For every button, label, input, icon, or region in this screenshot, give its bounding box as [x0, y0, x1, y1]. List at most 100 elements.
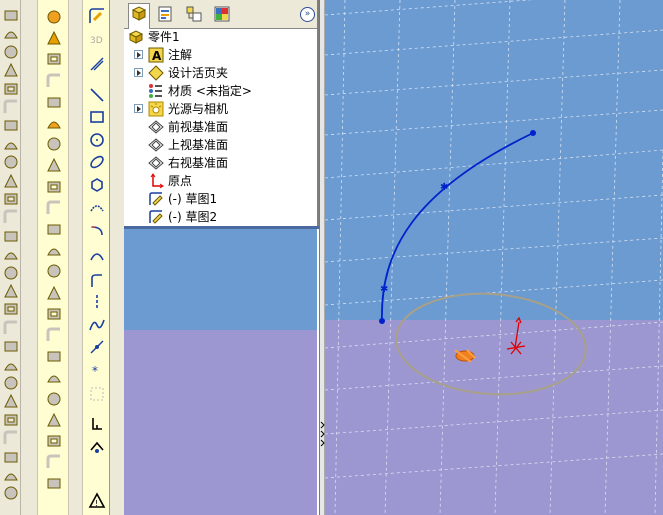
tree-item-label: (-) 草图2 — [168, 210, 218, 224]
arc-icon[interactable] — [88, 199, 106, 217]
toolbar-gap — [21, 0, 37, 515]
tree-item-label: 原点 — [168, 174, 193, 188]
fillet-icon[interactable] — [2, 98, 20, 116]
three-point-arc-icon[interactable] — [88, 246, 106, 264]
split-icon[interactable] — [2, 282, 20, 300]
split-icon[interactable] — [45, 326, 63, 344]
loft-icon[interactable] — [2, 61, 20, 79]
material-icon — [149, 84, 162, 98]
sweep-icon[interactable] — [2, 43, 20, 61]
dome-icon[interactable] — [45, 241, 63, 259]
revolve-icon[interactable] — [2, 24, 20, 42]
draft-icon[interactable] — [2, 172, 20, 190]
loft-icon[interactable] — [45, 72, 63, 90]
chamfer-icon[interactable] — [45, 135, 63, 153]
svg-text:!: ! — [95, 499, 98, 508]
wrap-icon[interactable] — [45, 347, 63, 365]
sweep-icon[interactable] — [2, 466, 20, 484]
viewport-canvas: ✱ ✱ — [325, 0, 663, 515]
pattern-icon[interactable] — [45, 284, 63, 302]
revolve-icon[interactable] — [2, 448, 20, 466]
scale-icon[interactable] — [45, 305, 63, 323]
curve-midpoint-marker: ✱ — [440, 182, 448, 193]
smart-dimension-icon[interactable] — [88, 55, 106, 73]
move-icon[interactable] — [45, 390, 63, 408]
sketch-icon[interactable] — [88, 7, 106, 25]
spline-icon[interactable] — [88, 293, 106, 311]
delete-icon[interactable] — [45, 411, 63, 429]
construction-icon[interactable] — [88, 338, 106, 356]
combine-icon[interactable] — [2, 319, 20, 337]
configuration-manager-tab[interactable] — [184, 4, 206, 26]
draft-icon[interactable] — [45, 199, 63, 217]
polygon-icon[interactable] — [88, 176, 106, 194]
add-relation-icon[interactable] — [88, 385, 106, 403]
move-icon[interactable] — [2, 337, 20, 355]
svg-text:3D: 3D — [90, 36, 103, 46]
grid-icon[interactable]: * — [88, 361, 106, 379]
graphics-viewport[interactable]: ✱ ✱ — [325, 0, 663, 515]
display-icon — [214, 6, 230, 22]
circle-icon[interactable] — [88, 131, 106, 149]
3d-sketch-icon[interactable]: 3D — [88, 30, 106, 48]
extrude-icon[interactable] — [2, 429, 20, 447]
display-relation-icon[interactable] — [88, 415, 106, 433]
rectangle-icon[interactable] — [88, 108, 106, 126]
cut-icon[interactable] — [2, 80, 20, 98]
sweep-icon[interactable] — [45, 50, 63, 68]
cut-icon[interactable] — [45, 93, 63, 111]
line-icon[interactable] — [88, 86, 106, 104]
feature-manager-tab[interactable] — [128, 3, 150, 29]
expand-panel-button[interactable]: » — [300, 7, 315, 22]
display-manager-tab[interactable] — [212, 4, 234, 26]
viewport-background-bottom — [325, 320, 663, 515]
curves-icon[interactable] — [2, 392, 20, 410]
rib-icon[interactable] — [2, 135, 20, 153]
instant3d-icon[interactable] — [2, 411, 20, 429]
expand-toggle[interactable] — [134, 68, 143, 77]
sketch-icon — [149, 192, 163, 206]
hole-icon[interactable] — [45, 220, 63, 238]
rib-icon[interactable] — [45, 156, 63, 174]
property-icon — [158, 6, 172, 22]
plane-icon — [148, 138, 164, 152]
chamfer-icon[interactable] — [2, 116, 20, 134]
expand-toggle[interactable] — [134, 104, 143, 113]
reference-icon[interactable] — [45, 432, 63, 450]
extrude-icon[interactable] — [2, 6, 20, 24]
fillet-icon[interactable] — [45, 114, 63, 132]
expand-toggle[interactable] — [134, 50, 143, 59]
tangent-arc-icon[interactable] — [88, 223, 106, 241]
feature-manager-panel: » 零件1 A 注解 设计活页夹 材质 <未指定> 光源与相机 前视基准面 上视… — [124, 0, 319, 515]
centerline-icon[interactable] — [88, 272, 106, 290]
mirror-icon[interactable] — [2, 227, 20, 245]
arc-endpoint — [379, 318, 385, 324]
mirror-icon[interactable] — [45, 262, 63, 280]
scale-icon[interactable] — [2, 264, 20, 282]
arc-endpoint — [530, 130, 536, 136]
dome-icon[interactable] — [2, 208, 20, 226]
tree-item-label: 上视基准面 — [168, 138, 229, 152]
reference-icon[interactable] — [2, 374, 20, 392]
instant3d-icon[interactable] — [45, 474, 63, 492]
curves-icon[interactable] — [45, 453, 63, 471]
property-manager-tab[interactable] — [155, 4, 177, 26]
delete-icon[interactable] — [2, 356, 20, 374]
feature-manager-viewport-bottom — [124, 330, 317, 515]
repair-icon[interactable]: ! — [88, 492, 106, 510]
offset-icon[interactable] — [88, 438, 106, 456]
extrude-icon[interactable] — [45, 8, 63, 26]
part-icon — [128, 30, 144, 44]
hole-icon[interactable] — [2, 190, 20, 208]
wrap-icon[interactable] — [2, 300, 20, 318]
shell-icon[interactable] — [45, 178, 63, 196]
shell-icon[interactable] — [2, 153, 20, 171]
point-icon[interactable] — [88, 316, 106, 334]
ellipse-icon[interactable] — [88, 153, 106, 171]
revolve-icon[interactable] — [45, 29, 63, 47]
view-toolbar — [0, 0, 21, 515]
pattern-icon[interactable] — [2, 245, 20, 263]
lights-camera-icon — [148, 101, 164, 117]
combine-icon[interactable] — [45, 368, 63, 386]
loft-icon[interactable] — [2, 484, 20, 502]
